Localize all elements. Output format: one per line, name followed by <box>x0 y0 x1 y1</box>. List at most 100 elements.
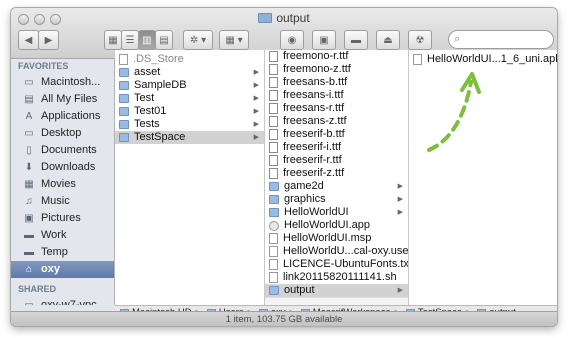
font-file-icon <box>269 155 278 166</box>
disclosure-arrow-icon: ▶ <box>253 121 259 128</box>
network-icon: ▣ <box>319 34 329 46</box>
font-file-icon <box>269 103 278 114</box>
eye-icon: ◉ <box>287 34 297 46</box>
file-name: link20115820111141.sh <box>283 271 397 283</box>
file-name: freeserif-b.ttf <box>283 128 345 140</box>
list-view-button[interactable]: ☰ <box>121 30 139 50</box>
quick-look-button[interactable]: ◉ <box>280 30 304 50</box>
file-row[interactable]: HelloWorldU...cal-oxy.user <box>265 245 408 258</box>
sidebar-item-work[interactable]: ▬ Work <box>11 227 114 244</box>
sidebar-item-label: Temp <box>41 246 68 258</box>
folder-row[interactable]: HelloWorldUI ▶ <box>265 206 408 219</box>
file-row[interactable]: freemono-z.ttf <box>265 63 408 76</box>
burn-icon: ☢ <box>415 34 425 46</box>
folder-icon: ▬ <box>24 230 34 241</box>
folder-row[interactable]: Test01 ▶ <box>115 105 264 118</box>
back-button[interactable]: ◀ <box>18 30 39 50</box>
font-file-icon <box>269 77 278 88</box>
file-row[interactable]: freesans-b.ttf <box>265 76 408 89</box>
font-file-icon <box>269 64 278 75</box>
forward-button[interactable]: ▶ <box>38 30 59 50</box>
column-1[interactable]: .DS_Store asset ▶ SampleDB ▶ Test ▶ Test01 ▶ Test… <box>115 50 265 305</box>
sidebar-item-temp[interactable]: ▬ Temp <box>11 244 114 261</box>
music-icon: ♫ <box>25 196 33 207</box>
folder-row[interactable]: Tests ▶ <box>115 118 264 131</box>
sidebar-item-applications[interactable]: A Applications <box>11 108 114 125</box>
file-row[interactable]: .DS_Store <box>115 53 264 66</box>
file-row[interactable]: freeserif-z.ttf <box>265 167 408 180</box>
file-row[interactable]: freeserif-i.ttf <box>265 141 408 154</box>
file-name: HelloWorldUI.app <box>284 219 371 231</box>
folder-icon <box>119 120 129 129</box>
burn-button[interactable]: ☢ <box>408 30 432 50</box>
column-2[interactable]: freemono-r.ttf freemono-z.ttf freesans-b.t… <box>265 50 409 305</box>
folder-icon <box>119 68 129 77</box>
file-row[interactable]: freesans-i.ttf <box>265 89 408 102</box>
file-row[interactable]: freeserif-r.ttf <box>265 154 408 167</box>
folder-row[interactable]: game2d ▶ <box>265 180 408 193</box>
sidebar-item-label: Desktop <box>41 127 82 139</box>
connect-button[interactable]: ▣ <box>312 30 336 50</box>
disclosure-arrow-icon: ▶ <box>397 196 403 203</box>
icon-view-button[interactable]: ▦ <box>104 30 122 50</box>
font-file-icon <box>269 51 278 62</box>
search-field[interactable]: ⌕ <box>448 30 554 49</box>
file-name: freesans-z.ttf <box>283 115 347 127</box>
column-view-button[interactable]: ▥ <box>138 30 156 50</box>
folder-icon <box>269 286 279 295</box>
folder-row[interactable]: output ▶ <box>265 284 408 297</box>
file-row[interactable]: link20115820111141.sh <box>265 271 408 284</box>
folder-row[interactable]: TestSpace ▶ <box>115 131 264 144</box>
file-row[interactable]: freeserif-b.ttf <box>265 128 408 141</box>
file-name: freeserif-r.ttf <box>283 154 342 166</box>
file-name: LICENCE-UbuntuFonts.txt <box>283 258 409 270</box>
cover-flow-button[interactable]: ▤ <box>155 30 173 50</box>
font-file-icon <box>269 168 278 179</box>
file-row[interactable]: HelloWorldUI.app <box>265 219 408 232</box>
sidebar-item-oxy[interactable]: ⌂ oxy <box>11 261 114 278</box>
file-row[interactable]: freesans-r.ttf <box>265 102 408 115</box>
file-name: freemono-r.ttf <box>283 50 349 62</box>
sidebar-item-pictures[interactable]: ▣ Pictures <box>11 210 114 227</box>
sidebar: FAVORITES ▭ Macintosh... ▤ All My Files A Appl… <box>11 59 115 311</box>
new-folder-button[interactable]: ▬ <box>344 30 368 50</box>
file-name: TestSpace <box>134 131 186 143</box>
file-name: freesans-i.ttf <box>283 89 344 101</box>
sidebar-item-all-my-files[interactable]: ▤ All My Files <box>11 91 114 108</box>
sidebar-item-music[interactable]: ♫ Music <box>11 193 114 210</box>
icon-view-icon: ▦ <box>108 34 118 46</box>
arrange-menu-button[interactable]: ▦ ▾ <box>219 30 249 50</box>
file-name: SampleDB <box>134 79 187 91</box>
eject-button[interactable]: ⏏ <box>376 30 400 50</box>
folder-row[interactable]: asset ▶ <box>115 66 264 79</box>
sidebar-item-documents[interactable]: ▯ Documents <box>11 142 114 159</box>
sidebar-item-label: Work <box>41 229 67 241</box>
folder-row[interactable]: graphics ▶ <box>265 193 408 206</box>
disclosure-arrow-icon: ▶ <box>253 95 259 102</box>
file-name: output <box>284 284 315 296</box>
file-name: .DS_Store <box>133 53 184 65</box>
file-name: Test01 <box>134 105 167 117</box>
disclosure-arrow-icon: ▶ <box>397 209 403 216</box>
folder-icon <box>119 81 129 90</box>
sidebar-item-downloads[interactable]: ⬇ Downloads <box>11 159 114 176</box>
gear-icon: ✲ ▾ <box>189 34 207 46</box>
file-row[interactable]: freesans-z.ttf <box>265 115 408 128</box>
sidebar-item-desktop[interactable]: ▭ Desktop <box>11 125 114 142</box>
action-menu-button[interactable]: ✲ ▾ <box>183 30 213 50</box>
annotation-arrow <box>427 72 481 152</box>
file-row[interactable]: LICENCE-UbuntuFonts.txt <box>265 258 408 271</box>
sidebar-item-movies[interactable]: ▦ Movies <box>11 176 114 193</box>
file-row[interactable]: HelloWorldUI.msp <box>265 232 408 245</box>
file-name: asset <box>134 66 161 78</box>
file-name: HelloWorldUI <box>284 206 349 218</box>
disclosure-arrow-icon: ▶ <box>253 108 259 115</box>
folder-row[interactable]: SampleDB ▶ <box>115 79 264 92</box>
folder-icon <box>269 182 279 191</box>
sidebar-item-macintosh[interactable]: ▭ Macintosh... <box>11 74 114 91</box>
desktop-icon: ▭ <box>24 128 34 139</box>
list-view-icon: ☰ <box>125 34 135 46</box>
file-row[interactable]: freemono-r.ttf <box>265 50 408 63</box>
folder-icon <box>258 13 273 23</box>
folder-row[interactable]: Test ▶ <box>115 92 264 105</box>
